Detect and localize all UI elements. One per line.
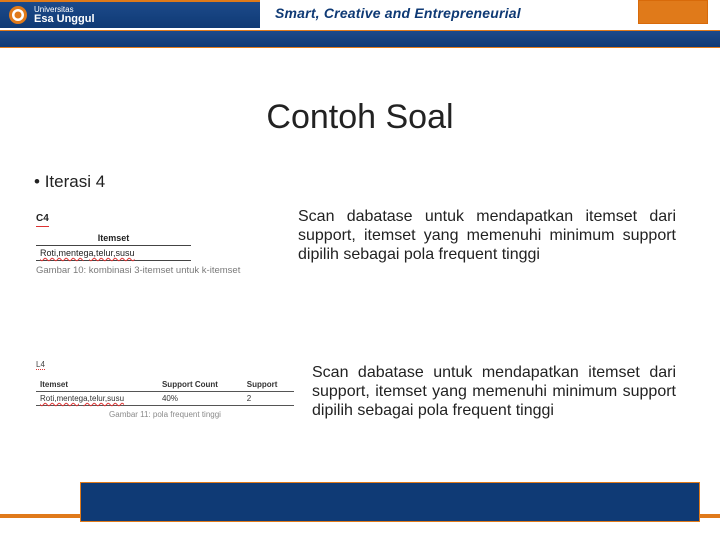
td-itemset: Roti,mentega,telur,susu	[36, 392, 158, 406]
figure-l4-label: L4	[36, 360, 45, 370]
td-support: 2	[243, 392, 294, 406]
td-itemset-text: Roti,mentega,telur,susu	[40, 394, 124, 403]
th-itemset: Itemset	[36, 378, 158, 392]
bullet-item: Iterasi 4	[34, 172, 105, 192]
slide-header: Universitas Esa Unggul Smart, Creative a…	[0, 0, 720, 54]
table-c4: Itemset Roti,mentega,telur,susu	[36, 231, 191, 261]
figure-l4-caption: Gambar 11: pola frequent tinggi	[36, 410, 294, 419]
figure-c4: C4 Itemset Roti,mentega,telur,susu Gamba…	[36, 208, 258, 276]
figure-c4-caption: Gambar 10: kombinasi 3-itemset untuk k-i…	[36, 265, 258, 276]
table-c4-row: Roti,mentega,telur,susu	[36, 246, 191, 261]
paragraph-1: Scan dabatase untuk mendapatkan itemset …	[298, 208, 676, 265]
th-support: Support	[243, 378, 294, 392]
figure-c4-label: C4	[36, 213, 49, 227]
td-support-count: 40%	[158, 392, 243, 406]
logo-bar: Universitas Esa Unggul	[0, 0, 260, 28]
header-blue-strip	[0, 30, 720, 48]
slide-title: Contoh Soal	[0, 98, 720, 137]
logo-text: Universitas Esa Unggul	[34, 6, 95, 25]
university-logo-icon	[8, 5, 28, 25]
figure-l4: L4 Itemset Support Count Support Roti,me…	[36, 354, 294, 419]
header-orange-accent	[638, 0, 708, 24]
logo-main-text: Esa Unggul	[34, 14, 95, 25]
table-c4-cell-text: Roti,mentega,telur,susu	[40, 248, 135, 258]
slide: Universitas Esa Unggul Smart, Creative a…	[0, 0, 720, 540]
th-support-count: Support Count	[158, 378, 243, 392]
tagline-text: Smart, Creative and Entrepreneurial	[275, 5, 521, 21]
footer-blue-box	[80, 482, 700, 522]
table-l4: Itemset Support Count Support Roti,mente…	[36, 378, 294, 406]
table-c4-header: Itemset	[36, 231, 191, 246]
paragraph-2: Scan dabatase untuk mendapatkan itemset …	[312, 364, 676, 421]
